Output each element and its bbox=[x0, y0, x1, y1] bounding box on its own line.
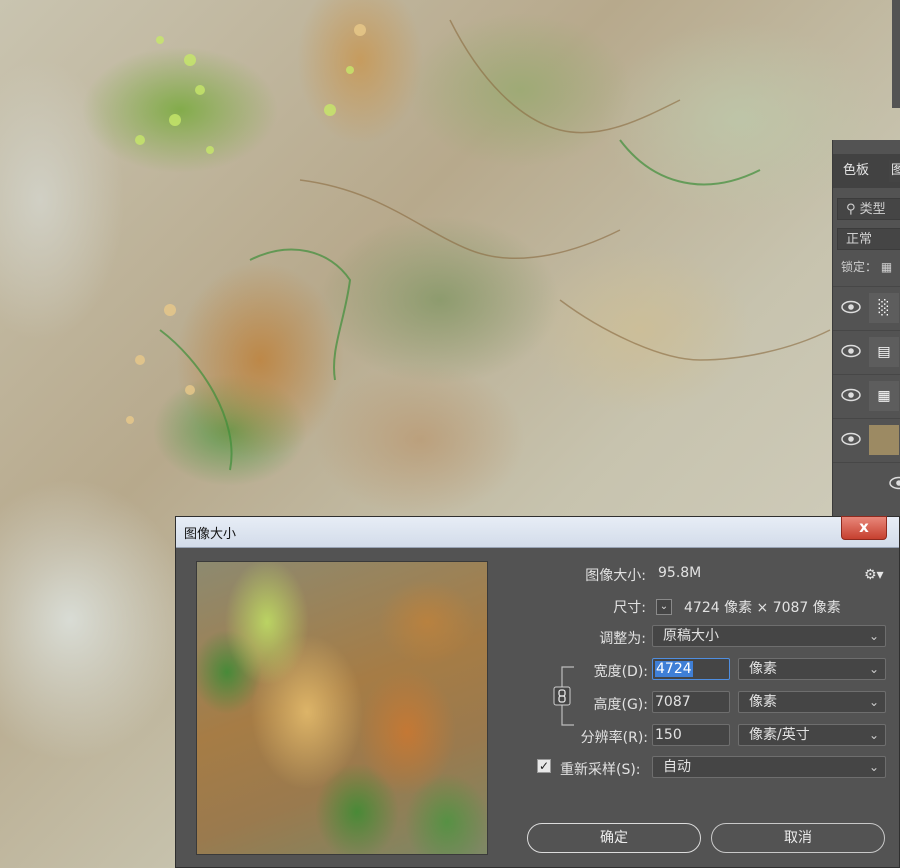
chevron-down-icon: ⌄ bbox=[868, 760, 879, 774]
ok-button[interactable]: 确定 bbox=[527, 823, 701, 853]
dimensions-value: 4724 像素 × 7087 像素 bbox=[684, 600, 841, 616]
chevron-down-icon: ⌄ bbox=[868, 695, 879, 709]
lock-transparent-icon[interactable]: ▦ bbox=[881, 260, 892, 274]
lock-label: 锁定： bbox=[841, 260, 878, 274]
gear-icon[interactable]: ⚙▾ bbox=[864, 567, 884, 583]
fit-to-label: 调整为: bbox=[599, 631, 646, 647]
width-unit-value: 像素 bbox=[749, 661, 777, 677]
tab-swatches[interactable]: 色板 bbox=[843, 160, 869, 182]
lock-row: 锁定： ▦ bbox=[841, 258, 892, 275]
image-size-label: 图像大小: bbox=[585, 568, 646, 584]
resample-value: 自动 bbox=[663, 759, 691, 775]
width-label: 宽度(D): bbox=[593, 664, 648, 680]
resolution-label: 分辨率(R): bbox=[580, 730, 648, 746]
chevron-down-icon: ⌄ bbox=[868, 662, 879, 676]
layer-filter-field[interactable]: ⚲ 类型 bbox=[837, 198, 900, 220]
width-value: 4724 bbox=[655, 661, 693, 677]
tab-layers[interactable]: 图 bbox=[889, 160, 900, 182]
chevron-down-icon: ⌄ bbox=[868, 728, 879, 742]
levels-adjustment-icon: ░ bbox=[869, 293, 899, 323]
layer-filter-label: 类型 bbox=[859, 202, 886, 217]
layer-row[interactable] bbox=[833, 462, 900, 505]
layer-row[interactable]: ▦ bbox=[833, 374, 900, 417]
resample-label: 重新采样(S): bbox=[560, 762, 641, 778]
layer-row[interactable] bbox=[833, 418, 900, 461]
eye-icon[interactable] bbox=[841, 344, 861, 358]
eye-icon[interactable] bbox=[889, 476, 900, 490]
cancel-button[interactable]: 取消 bbox=[711, 823, 885, 853]
width-input[interactable]: 4724 bbox=[652, 658, 730, 680]
close-button[interactable]: x bbox=[841, 516, 887, 540]
width-unit-select[interactable]: 像素 ⌄ bbox=[738, 658, 886, 680]
resolution-unit-select[interactable]: 像素/英寸 ⌄ bbox=[738, 724, 886, 746]
eye-icon[interactable] bbox=[841, 300, 861, 314]
image-preview[interactable] bbox=[196, 561, 488, 855]
height-unit-select[interactable]: 像素 ⌄ bbox=[738, 691, 886, 713]
dialog-titlebar[interactable]: 图像大小 x bbox=[176, 516, 899, 548]
curves-adjustment-icon: ▦ bbox=[869, 381, 899, 411]
layer-row[interactable]: ▤ bbox=[833, 330, 900, 373]
resample-checkbox[interactable]: ✓ bbox=[537, 759, 551, 773]
fit-to-value: 原稿大小 bbox=[663, 628, 719, 644]
dialog-title: 图像大小 bbox=[184, 527, 237, 542]
panel-edge bbox=[892, 0, 900, 108]
height-input[interactable]: 7087 bbox=[652, 691, 730, 713]
image-layer-thumbnail bbox=[869, 425, 899, 455]
dimensions-label: 尺寸: bbox=[613, 600, 646, 616]
height-label: 高度(G): bbox=[593, 697, 649, 713]
chevron-down-icon[interactable]: ⌄ bbox=[656, 599, 672, 615]
resample-select[interactable]: 自动 ⌄ bbox=[652, 756, 886, 778]
height-unit-value: 像素 bbox=[749, 694, 777, 710]
gradient-map-icon: ▤ bbox=[869, 337, 899, 367]
height-value: 7087 bbox=[655, 694, 691, 710]
layers-panel: 色板 图 ⚲ 类型 正常 锁定： ▦ ░ ▤ ▦ bbox=[832, 140, 900, 520]
image-size-dialog: 图像大小 x 图像大小: 95.8M ⚙▾ 尺寸: ⌄ 4724 像素 × 70… bbox=[175, 516, 900, 868]
image-size-value: 95.8M bbox=[658, 565, 702, 581]
blend-mode-select[interactable]: 正常 bbox=[837, 228, 900, 250]
resolution-unit-value: 像素/英寸 bbox=[749, 727, 810, 743]
eye-icon[interactable] bbox=[841, 388, 861, 402]
fit-to-select[interactable]: 原稿大小 ⌄ bbox=[652, 625, 886, 647]
search-icon: ⚲ bbox=[846, 202, 856, 217]
layer-row[interactable]: ░ bbox=[833, 286, 900, 329]
chevron-down-icon: ⌄ bbox=[868, 629, 879, 643]
resolution-value: 150 bbox=[655, 727, 682, 743]
eye-icon[interactable] bbox=[841, 432, 861, 446]
resolution-input[interactable]: 150 bbox=[652, 724, 730, 746]
